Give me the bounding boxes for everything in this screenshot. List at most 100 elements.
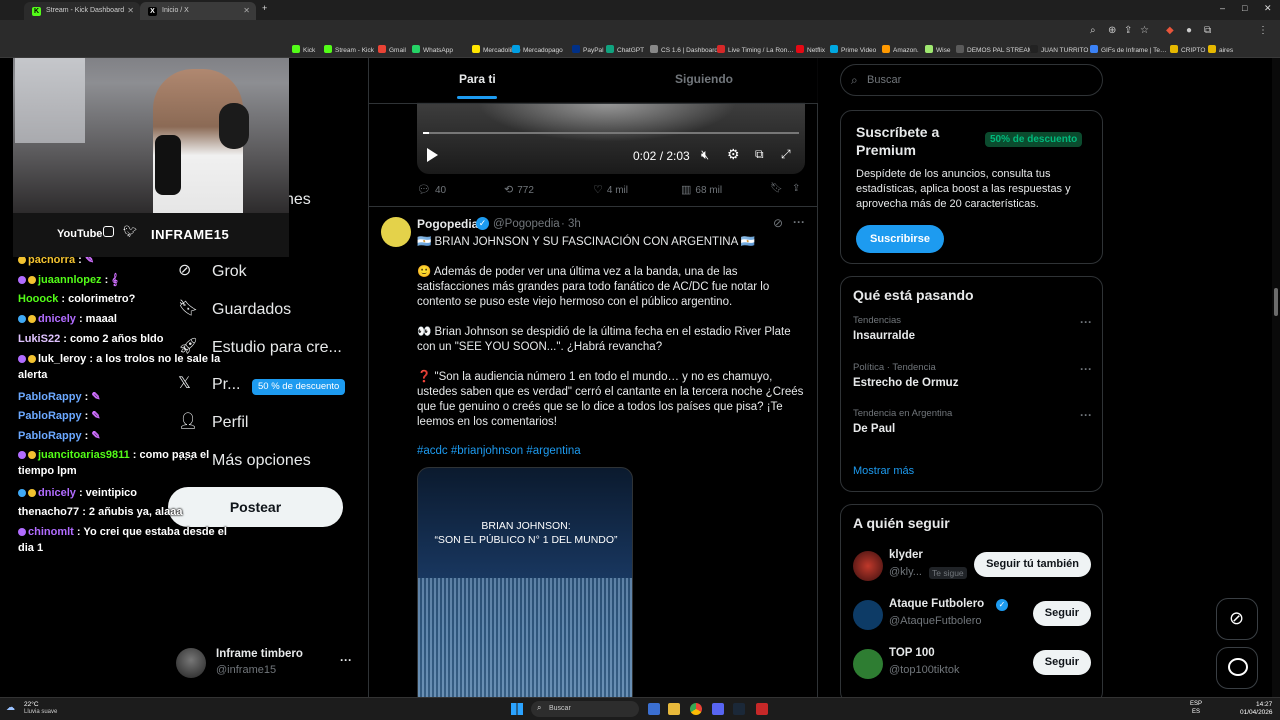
clock-date[interactable]: 01/04/2026 — [1240, 709, 1273, 716]
puzzle-icon[interactable]: ⧉ — [1204, 25, 1211, 36]
close-icon[interactable]: ✕ — [127, 6, 134, 15]
language-indicator[interactable]: ESP — [1190, 701, 1202, 707]
share-icon[interactable]: ⇪ — [1124, 25, 1132, 36]
reply-button[interactable]: 💬︎ 40 — [417, 183, 446, 196]
bookmark-item[interactable]: Kick — [292, 45, 315, 54]
premium-discount-pill[interactable]: 50 % de descuento — [252, 379, 346, 395]
close-icon[interactable]: ✕ — [243, 6, 250, 15]
bookmark-item[interactable]: CRIPTO — [1170, 45, 1205, 54]
bookmark-item[interactable]: Wise — [925, 45, 950, 54]
tweet-author-handle[interactable]: @Pogopedia — [493, 218, 560, 230]
bookmark-item[interactable]: ChatGPT — [606, 45, 644, 54]
trend-item[interactable]: Política · Tendencia Estrecho de Ormuz ··· — [841, 362, 1104, 402]
more-icon[interactable]: ··· — [340, 653, 352, 667]
like-button[interactable]: ♡ 4 mil — [593, 183, 628, 196]
tweet[interactable]: Pogopedia ✓ @Pogopedia · 3h ⊘ ··· 🇦🇷 BRI… — [369, 206, 818, 697]
tweet-media[interactable]: BRIAN JOHNSON: “SON EL PÚBLICO N° 1 DEL … — [417, 467, 633, 697]
folder-icon[interactable] — [668, 703, 680, 715]
repost-button[interactable]: ⟲ 772 — [504, 183, 534, 196]
bookmark-item[interactable]: Mercadopago — [512, 45, 563, 54]
discord-icon[interactable] — [712, 703, 724, 715]
weather-temp[interactable]: 22°C — [24, 701, 39, 708]
follow-suggestion[interactable]: klyder @kly... Te sigue Seguir tú también — [853, 547, 1091, 587]
chat-username[interactable]: PabloRappy — [18, 410, 82, 422]
bookmark-item[interactable]: CS 1.6 | Dashboard — [650, 45, 718, 54]
bookmark-item[interactable]: aires — [1208, 45, 1233, 54]
video-progress-track[interactable] — [423, 132, 799, 134]
settings-icon[interactable]: ⚙ — [727, 146, 740, 163]
chrome-icon[interactable] — [690, 703, 702, 715]
follow-button[interactable]: Seguir tú también — [974, 552, 1091, 577]
new-tab-button[interactable]: + — [262, 3, 267, 13]
tab-siguiendo[interactable]: Siguiendo — [675, 72, 733, 86]
more-icon[interactable]: ··· — [1080, 315, 1092, 329]
tab-inicio-x[interactable]: X Inicio / X ✕ — [140, 2, 256, 20]
chat-username[interactable]: chinomlt — [28, 526, 74, 538]
chat-username[interactable]: dnicely — [38, 487, 76, 499]
app-icon[interactable] — [756, 703, 768, 715]
bookmark-item[interactable]: DEMOS PAL STREAM — [956, 45, 1033, 54]
tab-kick-dashboard[interactable]: K Stream - Kick Dashboard ✕ — [24, 2, 140, 20]
follow-name[interactable]: TOP 100 — [889, 647, 935, 659]
chat-username[interactable]: PabloRappy — [18, 391, 82, 403]
share-icon[interactable]: ⇪ — [792, 183, 800, 194]
follow-button[interactable]: Seguir — [1032, 601, 1091, 626]
taskbar-search[interactable]: ⌕ Buscar — [531, 701, 639, 717]
tweet-author-name[interactable]: Pogopedia — [417, 217, 478, 231]
tab-para-ti[interactable]: Para ti — [459, 72, 496, 86]
pip-icon[interactable]: ⧉ — [755, 147, 764, 162]
follow-suggestion[interactable]: Ataque Futbolero ✓ @AtaqueFutbolero Seguir — [853, 596, 1091, 636]
avatar[interactable] — [853, 551, 883, 581]
bookmark-item[interactable]: Live Timing / La Ron… — [717, 45, 794, 54]
chat-username[interactable]: luk_leroy — [38, 353, 86, 365]
tweet-time[interactable]: · 3h — [561, 218, 581, 230]
play-icon[interactable] — [427, 148, 438, 162]
bookmark-item[interactable]: GIFs de Inframe | Te… — [1090, 45, 1167, 54]
minimize-button[interactable]: – — [1220, 3, 1225, 13]
trend-item[interactable]: Tendencia en Argentina De Paul ··· — [841, 408, 1104, 448]
clock-time[interactable]: 14:27 — [1256, 701, 1272, 708]
menu-icon[interactable]: ⋮ — [1258, 25, 1268, 36]
bookmark-item[interactable]: Gmail — [378, 45, 406, 54]
bookmark-item[interactable]: WhatsApp — [412, 45, 453, 54]
bookmark-item[interactable]: Amazon. — [882, 45, 919, 54]
account-switcher[interactable]: Inframe timbero @inframe15 ··· — [176, 646, 356, 680]
avatar[interactable] — [853, 600, 883, 630]
chat-username[interactable]: juaannlopez — [38, 274, 102, 286]
chat-username[interactable]: juancitoarias9811 — [38, 449, 130, 461]
extension-icon[interactable]: ● — [1186, 25, 1192, 36]
chat-username[interactable]: PabloRappy — [18, 430, 82, 442]
start-icon[interactable] — [511, 703, 523, 715]
more-icon[interactable]: ··· — [793, 215, 805, 229]
fullscreen-icon[interactable]: ⤢ — [781, 147, 791, 162]
scrollbar[interactable] — [1272, 58, 1280, 697]
zoom-icon[interactable]: ⊕ — [1108, 25, 1116, 36]
follow-name[interactable]: Ataque Futbolero — [889, 598, 984, 610]
bookmark-item[interactable]: JUAN TURRITO — [1030, 45, 1088, 54]
follow-button[interactable]: Seguir — [1032, 650, 1091, 675]
bookmark-icon[interactable]: 🔖︎ — [770, 183, 783, 194]
chat-username[interactable]: dnicely — [38, 313, 76, 325]
mute-icon[interactable]: 🔇︎ — [701, 147, 709, 163]
avatar[interactable] — [381, 217, 411, 247]
bookmark-item[interactable]: Stream - Kick — [324, 45, 374, 54]
bookmark-item[interactable]: Netflix — [796, 45, 825, 54]
search-input[interactable]: ⌕ Buscar — [840, 64, 1103, 96]
subscribe-button[interactable]: Suscribirse — [856, 225, 944, 253]
follow-suggestion[interactable]: TOP 100 @top100tiktok Seguir — [853, 645, 1091, 685]
bookmark-item[interactable]: Prime Video — [830, 45, 876, 54]
avatar[interactable] — [853, 649, 883, 679]
close-window-button[interactable]: ✕ — [1264, 3, 1272, 14]
show-more-link[interactable]: Mostrar más — [853, 465, 914, 477]
views-button[interactable]: ▥ 68 mil — [681, 183, 722, 196]
video-player[interactable]: 0:02 / 2:03 🔇︎ ⚙ ⧉ ⤢ — [417, 102, 805, 174]
chat-username[interactable]: LukiS22 — [18, 333, 60, 345]
chat-username[interactable]: thenacho77 — [18, 506, 79, 518]
tweet-hashtags[interactable]: #acdc #brianjohnson #argentina — [417, 444, 809, 459]
chat-username[interactable]: Hooock — [18, 293, 58, 305]
trend-item[interactable]: Tendencias Insaurralde ··· — [841, 315, 1104, 355]
messages-fab[interactable] — [1216, 647, 1258, 689]
search-icon[interactable]: ⌕ — [1090, 25, 1096, 36]
follow-name[interactable]: klyder — [889, 549, 923, 561]
scrollbar-thumb[interactable] — [1274, 288, 1278, 316]
